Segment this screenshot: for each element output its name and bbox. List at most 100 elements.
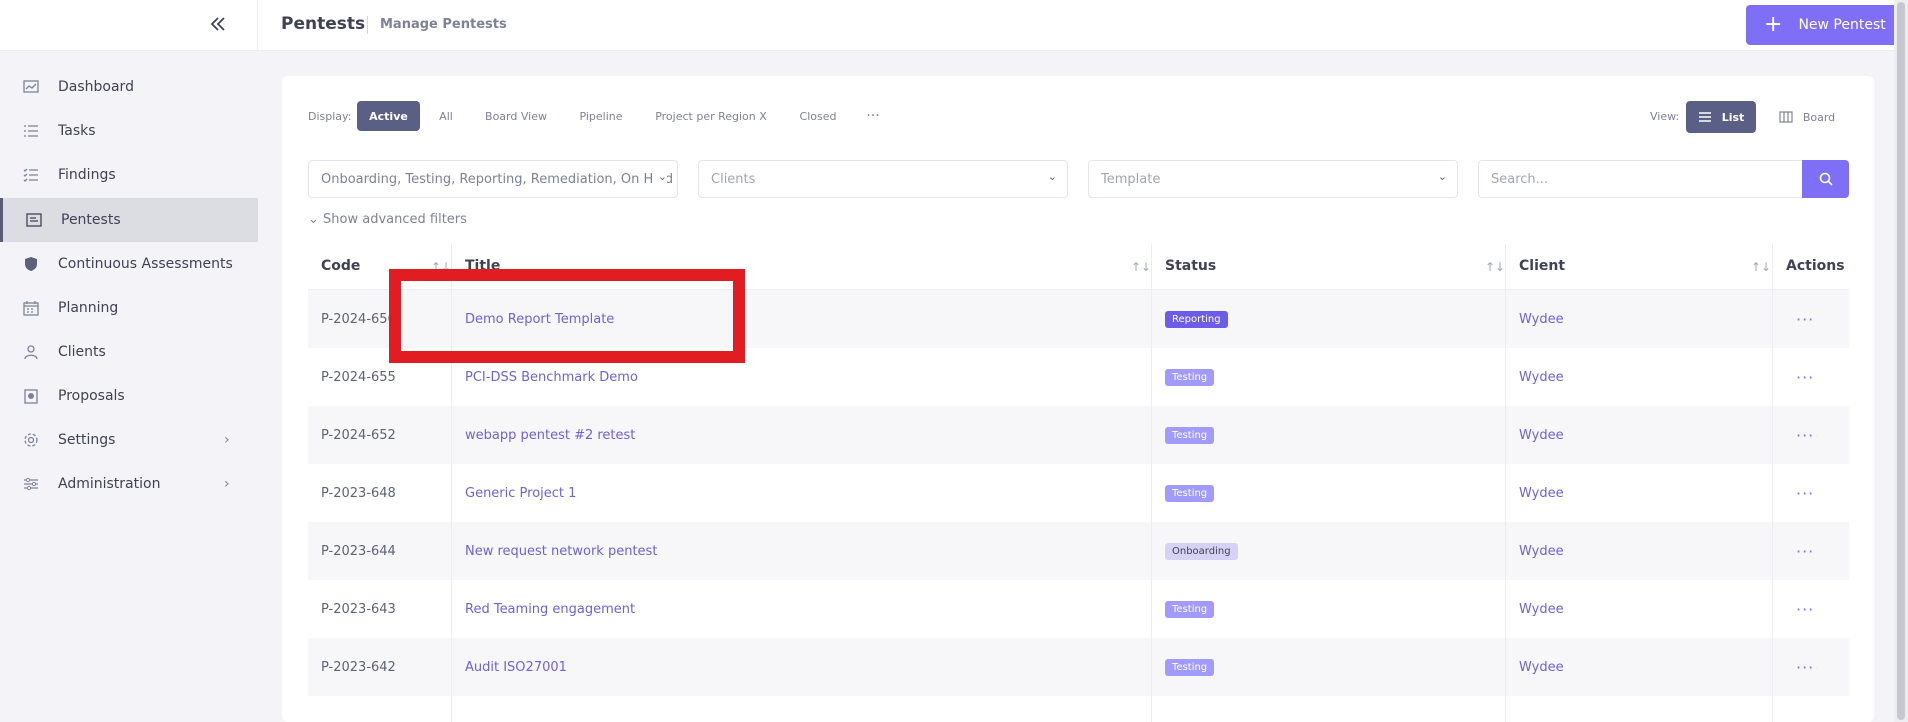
client-link[interactable]: Wydee [1519, 486, 1564, 501]
search-input[interactable] [1478, 160, 1802, 198]
scrollbar-thumb[interactable] [1897, 2, 1905, 720]
clients-icon [22, 343, 40, 361]
chevron-right-icon: › [224, 432, 230, 448]
sidebar-item-label: Settings [58, 432, 116, 448]
sort-title-icon[interactable]: ↑↓ [1131, 260, 1151, 274]
view-list-button[interactable]: List [1686, 101, 1756, 133]
table-header: Code ↑↓ Title ↑↓ Status ↑↓ Client ↑↓ Act… [308, 244, 1849, 290]
clients-filter-select[interactable]: Clients ⌄ [698, 160, 1068, 198]
tab-board-view[interactable]: Board View [477, 101, 555, 131]
cell-code: P-2024-656 [321, 311, 396, 327]
row-actions-icon[interactable]: ··· [1796, 310, 1814, 329]
sidebar-item-continuous-assessments[interactable]: Continuous Assessments [0, 242, 258, 286]
advanced-filters-label: Show advanced filters [323, 212, 467, 227]
table-row[interactable]: P-2023-648 Generic Project 1 Testing Wyd… [308, 464, 1849, 522]
tab-closed[interactable]: Closed [792, 101, 844, 131]
sidebar: Dashboard Tasks Findings Pentests Contin… [0, 51, 258, 722]
client-link[interactable]: Wydee [1519, 312, 1564, 327]
pentest-title-link[interactable]: Audit ISO27001 [465, 660, 567, 675]
table-row[interactable]: P-2023-643 Red Teaming engagement Testin… [308, 580, 1849, 638]
clients-filter-placeholder: Clients [711, 171, 756, 187]
sort-status-icon[interactable]: ↑↓ [1485, 260, 1505, 274]
header-divider [257, 0, 258, 51]
sidebar-item-planning[interactable]: Planning [0, 286, 258, 330]
status-filter-select[interactable]: Onboarding, Testing, Reporting, Remediat… [308, 160, 678, 198]
table-row[interactable]: P-2024-652 webapp pentest #2 retest Test… [308, 406, 1849, 464]
status-badge: Testing [1165, 600, 1215, 618]
chevron-down-icon: ⌄ [1433, 170, 1447, 183]
sidebar-item-findings[interactable]: Findings [0, 153, 258, 197]
view-list-label: List [1721, 110, 1745, 124]
tab-pipeline[interactable]: Pipeline [572, 101, 630, 131]
row-actions-icon[interactable]: ··· [1796, 658, 1814, 677]
cell-code: P-2023-648 [321, 485, 396, 501]
pentest-title-link[interactable]: webapp pentest #2 retest [465, 428, 635, 443]
sidebar-item-clients[interactable]: Clients [0, 330, 258, 374]
cell-code: P-2023-643 [321, 601, 396, 617]
sliders-icon [22, 475, 40, 493]
pentest-title-link[interactable]: New request network pentest [465, 544, 657, 559]
sort-client-icon[interactable]: ↑↓ [1751, 260, 1771, 274]
table-row[interactable]: P-2024-655 PCI-DSS Benchmark Demo Testin… [308, 348, 1849, 406]
pentest-title-link[interactable]: Generic Project 1 [465, 486, 576, 501]
board-icon [1779, 111, 1793, 123]
pentests-icon [25, 211, 43, 229]
pentest-title-link[interactable]: Red Teaming engagement [465, 602, 635, 617]
sidebar-item-label: Pentests [61, 212, 121, 228]
client-link[interactable]: Wydee [1519, 660, 1564, 675]
column-divider [1505, 244, 1506, 722]
view-board-button[interactable]: Board [1770, 101, 1844, 133]
row-actions-icon[interactable]: ··· [1796, 484, 1814, 503]
shield-icon [22, 255, 40, 273]
table-row[interactable]: P-2023-642 Audit ISO27001 Testing Wydee … [308, 638, 1849, 696]
column-header-client[interactable]: Client [1519, 258, 1565, 274]
sidebar-item-administration[interactable]: Administration › [0, 462, 258, 506]
sidebar-item-tasks[interactable]: Tasks [0, 109, 258, 153]
top-header: Pentests Manage Pentests + New Pentest [0, 0, 1908, 51]
title-separator [367, 16, 368, 34]
client-link[interactable]: Wydee [1519, 544, 1564, 559]
display-label: Display: [308, 110, 352, 123]
template-filter-select[interactable]: Template ⌄ [1088, 160, 1458, 198]
pentest-title-link[interactable]: PCI-DSS Benchmark Demo [465, 370, 638, 385]
row-actions-icon[interactable]: ··· [1796, 368, 1814, 387]
client-link[interactable]: Wydee [1519, 602, 1564, 617]
sidebar-item-label: Clients [58, 344, 106, 360]
sort-code-icon[interactable]: ↑↓ [431, 260, 451, 274]
show-advanced-filters-toggle[interactable]: ⌄ Show advanced filters [308, 212, 467, 227]
calendar-icon [22, 299, 40, 317]
collapse-sidebar-icon[interactable] [206, 14, 230, 36]
client-link[interactable]: Wydee [1519, 370, 1564, 385]
tab-active[interactable]: Active [357, 101, 420, 131]
sidebar-item-proposals[interactable]: Proposals [0, 374, 258, 418]
gear-icon [22, 431, 40, 449]
view-board-label: Board [1802, 110, 1836, 124]
dashboard-icon [22, 78, 40, 96]
table-row[interactable]: P-2023-644 New request network pentest O… [308, 522, 1849, 580]
tab-all[interactable]: All [432, 101, 460, 131]
client-link[interactable]: Wydee [1519, 428, 1564, 443]
row-actions-icon[interactable]: ··· [1796, 426, 1814, 445]
table-row[interactable]: P-2024-656 Demo Report Template Reportin… [308, 290, 1849, 348]
column-header-code[interactable]: Code [321, 258, 360, 274]
cell-code: P-2023-642 [321, 659, 396, 675]
pentest-title-link[interactable]: Demo Report Template [465, 312, 614, 327]
sidebar-item-label: Administration [58, 476, 161, 492]
tasks-icon [22, 122, 40, 140]
new-pentest-button[interactable]: + New Pentest [1746, 5, 1906, 45]
sidebar-item-label: Findings [58, 167, 116, 183]
sidebar-item-settings[interactable]: Settings › [0, 418, 258, 462]
row-actions-icon[interactable]: ··· [1796, 600, 1814, 619]
sidebar-item-pentests[interactable]: Pentests [0, 198, 258, 242]
tab-project-per-region[interactable]: Project per Region X [648, 101, 774, 131]
search-button[interactable] [1802, 160, 1849, 198]
chevron-down-icon: ⌄ [653, 170, 667, 183]
page-title: Pentests [281, 14, 366, 34]
column-header-status[interactable]: Status [1165, 258, 1216, 274]
sidebar-item-dashboard[interactable]: Dashboard [0, 65, 258, 109]
more-tabs-icon[interactable]: ··· [860, 101, 886, 131]
column-divider [451, 244, 452, 722]
chevron-down-icon: ⌄ [308, 212, 324, 227]
column-header-title[interactable]: Title [465, 258, 500, 274]
row-actions-icon[interactable]: ··· [1796, 542, 1814, 561]
